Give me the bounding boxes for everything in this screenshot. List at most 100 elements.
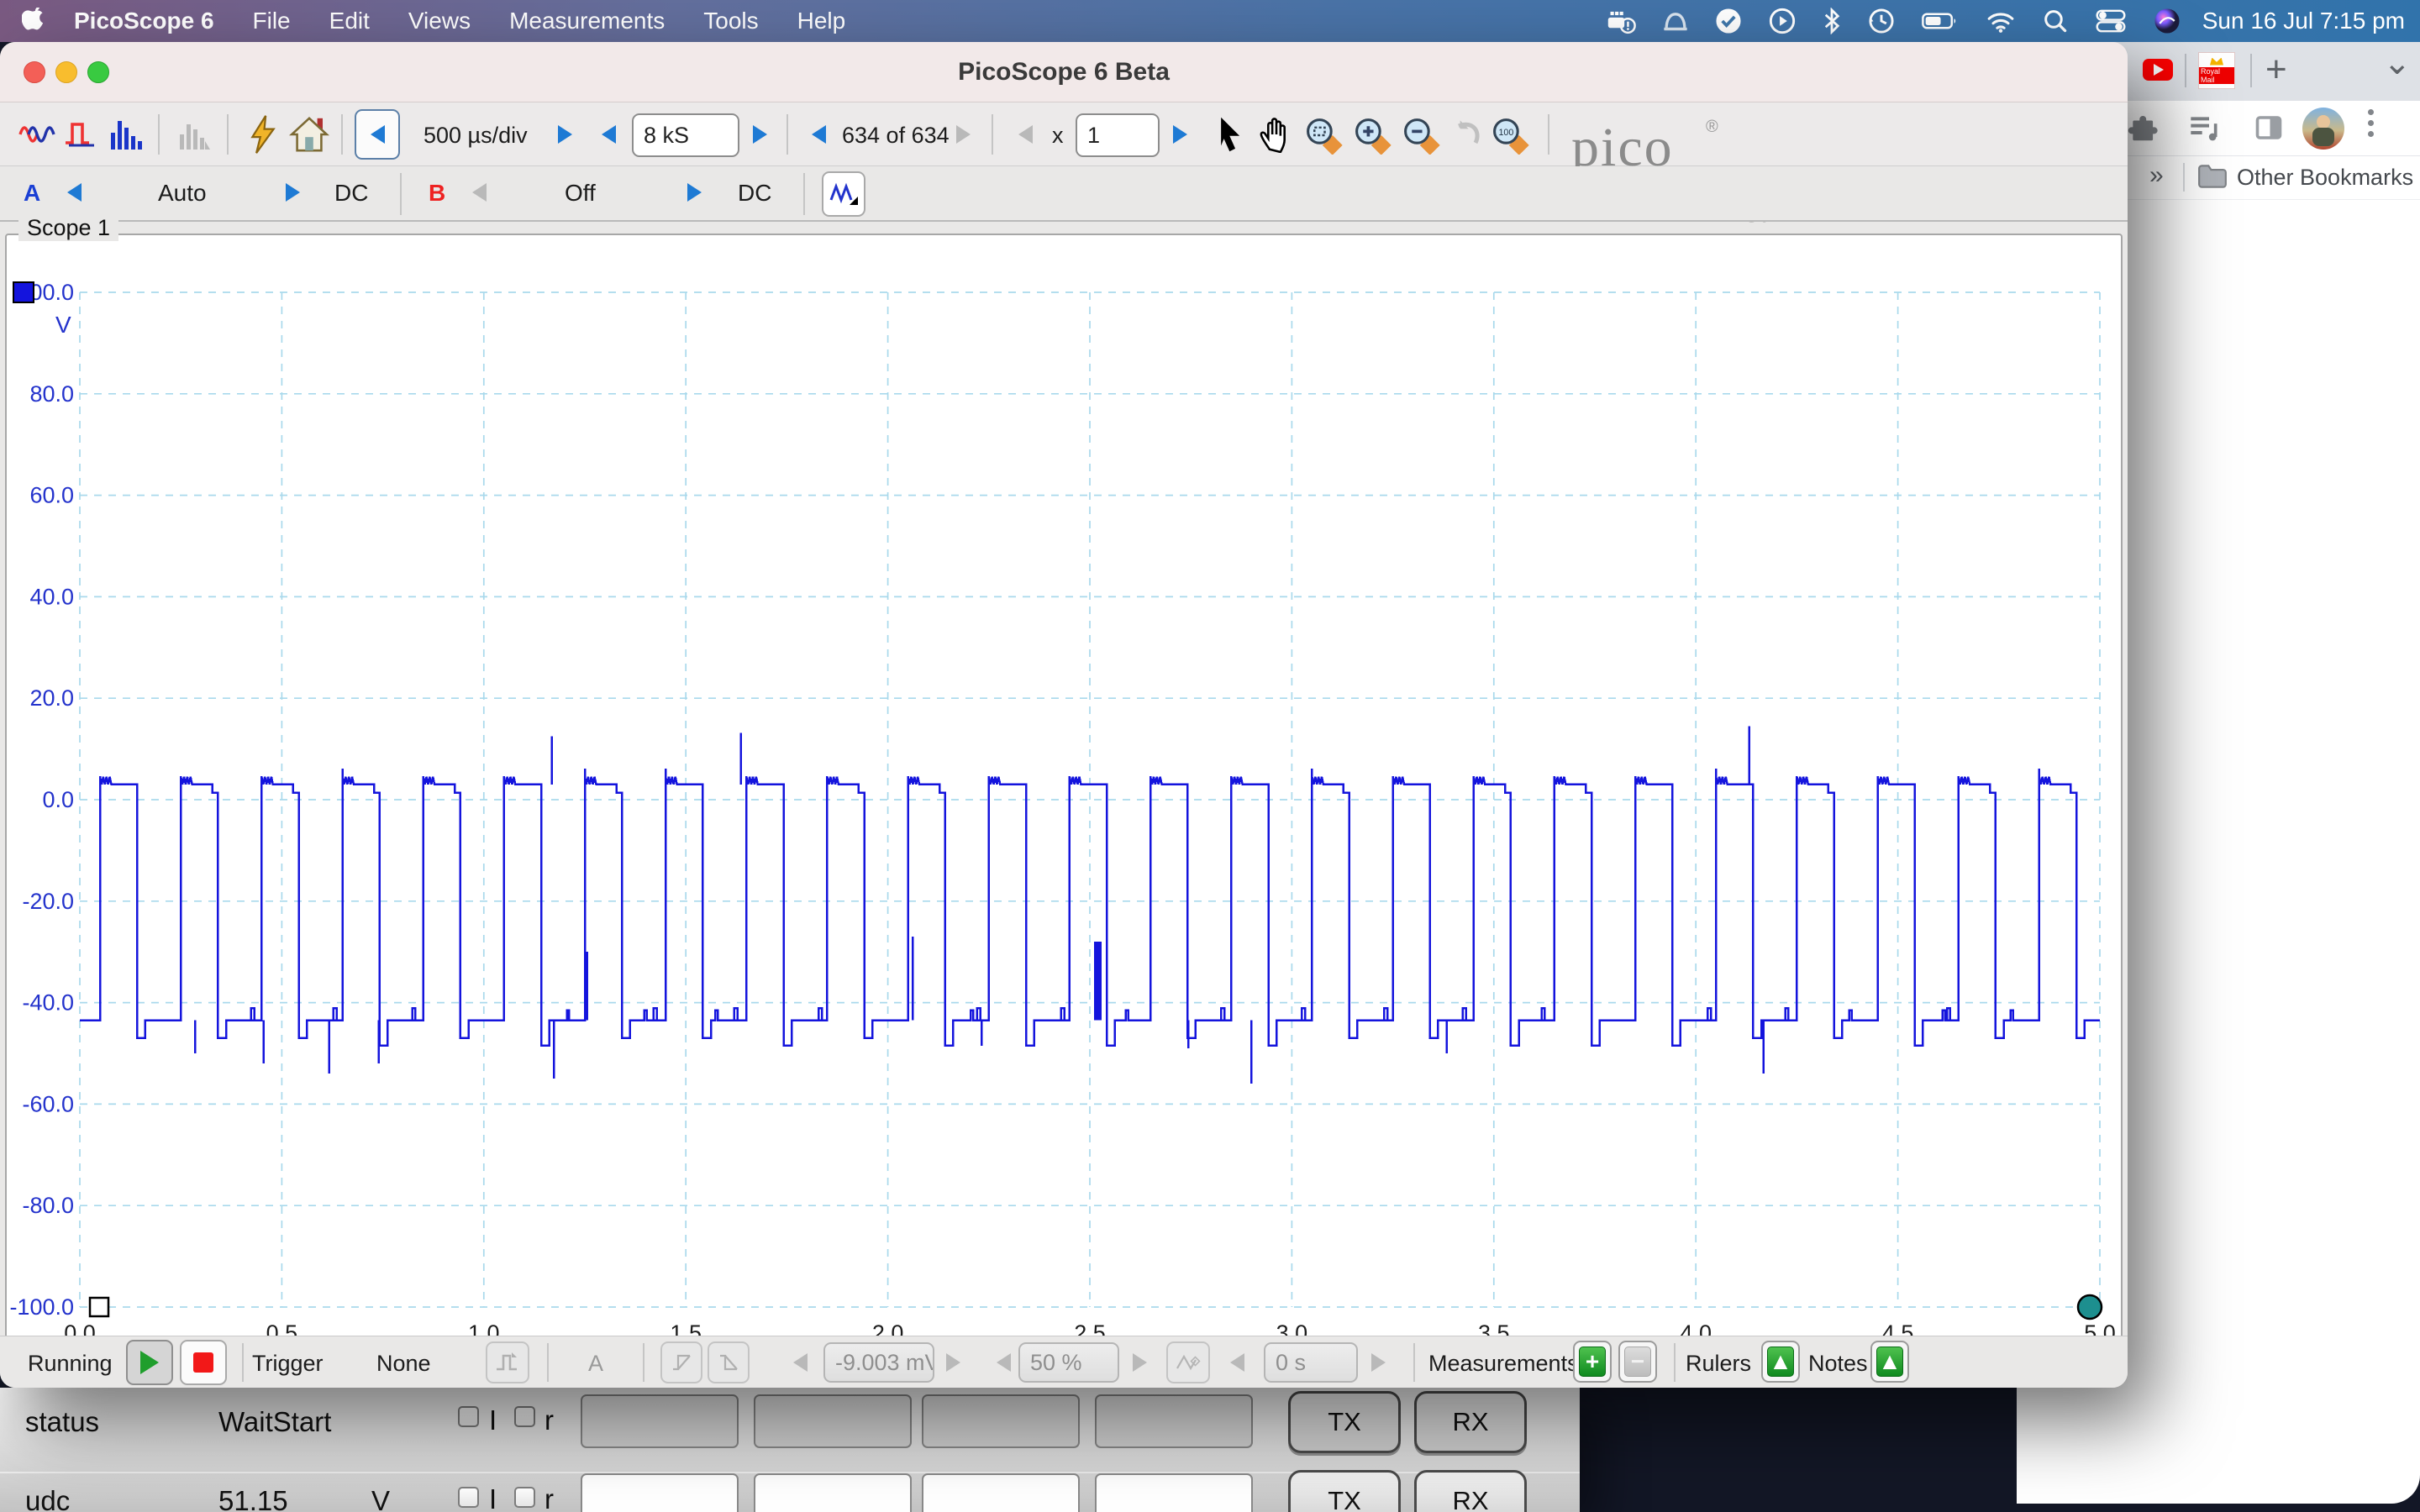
buffer-next-arrow[interactable] (956, 125, 971, 144)
pretrigger-increase-arrow[interactable] (1133, 1353, 1147, 1372)
notes-button[interactable]: ▲ (1870, 1341, 1909, 1383)
other-bookmarks-label[interactable]: Other Bookmarks (2237, 165, 2413, 191)
channel-a-range-down-arrow[interactable] (67, 183, 82, 202)
zoom-100-icon[interactable]: 100 (1491, 116, 1529, 155)
profile-avatar[interactable] (2302, 108, 2344, 150)
menu-tools[interactable]: Tools (703, 8, 758, 34)
channel-b-range-up-arrow[interactable] (687, 183, 702, 202)
falling-edge-button[interactable] (708, 1341, 750, 1383)
docker-icon[interactable] (1606, 8, 1636, 34)
value-field[interactable] (922, 1394, 1080, 1448)
new-tab-button[interactable]: + (2265, 49, 2287, 91)
home-icon[interactable] (289, 114, 329, 155)
start-button[interactable] (126, 1340, 173, 1385)
scope-view-icon[interactable] (18, 118, 55, 151)
zoom-marquee-icon[interactable] (1304, 116, 1343, 155)
tab-search-chevron-icon[interactable]: ⌄ (2383, 44, 2412, 82)
channel-a-range[interactable]: Auto (158, 180, 207, 207)
scope-plot[interactable]: 100.080.060.040.020.00.0-20.0-40.0-60.0-… (7, 235, 2121, 1337)
zoom-decrease-arrow[interactable] (1018, 125, 1033, 144)
delay-field[interactable]: 0 s (1264, 1342, 1358, 1383)
trigger-marker-button[interactable] (1166, 1341, 1210, 1383)
zoom-factor-field[interactable]: 1 (1076, 113, 1160, 157)
square-wave-view-icon[interactable] (64, 118, 97, 151)
royal-mail-tab-icon[interactable]: Royal Mail (2198, 52, 2235, 89)
threshold-decrease-arrow[interactable] (793, 1353, 808, 1372)
tx-button[interactable]: TX (1288, 1470, 1401, 1512)
tx-button[interactable]: TX (1288, 1391, 1401, 1453)
trigger-source[interactable]: A (588, 1351, 603, 1377)
value-field[interactable] (1095, 1394, 1253, 1448)
spectrum-view-icon[interactable] (108, 116, 145, 153)
checkbox-i[interactable] (458, 1487, 479, 1508)
channel-b-coupling[interactable]: DC (738, 180, 771, 207)
checkbox-r[interactable] (514, 1406, 535, 1427)
playlist-icon[interactable] (2188, 114, 2222, 143)
alfred-icon[interactable] (1663, 8, 1688, 34)
value-field[interactable] (754, 1473, 912, 1512)
threshold-increase-arrow[interactable] (946, 1353, 960, 1372)
value-field[interactable] (581, 1394, 739, 1448)
samples-decrease-arrow[interactable] (602, 125, 616, 144)
close-button[interactable] (24, 61, 45, 83)
siri-icon[interactable] (2154, 8, 2181, 34)
delay-decrease-arrow[interactable] (1230, 1353, 1244, 1372)
zoom-increase-arrow[interactable] (1173, 125, 1187, 144)
menu-file[interactable]: File (253, 8, 291, 34)
bookmarks-overflow-chevrons[interactable]: » (2149, 161, 2164, 190)
undo-zoom-icon[interactable] (1450, 118, 1484, 151)
channel-a-coupling[interactable]: DC (334, 180, 368, 207)
play-circle-icon[interactable] (1769, 8, 1796, 34)
buffer-previous-arrow[interactable] (812, 125, 826, 144)
value-field[interactable] (1095, 1473, 1253, 1512)
trigger-edge-button[interactable] (486, 1341, 529, 1383)
delay-increase-arrow[interactable] (1371, 1353, 1386, 1372)
battery-icon[interactable] (1922, 8, 1959, 34)
app-menu-title[interactable]: PicoScope 6 (74, 8, 214, 34)
threshold-field[interactable]: -9.003 mV (823, 1342, 934, 1383)
timebase-decrease-button[interactable] (355, 109, 400, 160)
checkbox-i[interactable] (458, 1406, 479, 1427)
value-field[interactable] (581, 1473, 739, 1512)
menu-edit[interactable]: Edit (329, 8, 370, 34)
persistence-view-icon[interactable] (176, 116, 213, 153)
channel-a-range-up-arrow[interactable] (286, 183, 300, 202)
remove-measurement-button[interactable]: − (1618, 1341, 1657, 1383)
menu-views[interactable]: Views (408, 8, 471, 34)
channel-b-range-down-arrow[interactable] (472, 183, 487, 202)
minimize-button[interactable] (55, 61, 77, 83)
control-center-icon[interactable] (2095, 8, 2127, 34)
menu-dots-icon[interactable] (2368, 109, 2374, 137)
trigger-mode[interactable]: None (376, 1351, 431, 1377)
checkbox-r[interactable] (514, 1487, 535, 1508)
scope-tab-label[interactable]: Scope 1 (18, 215, 118, 241)
menu-measurements[interactable]: Measurements (509, 8, 665, 34)
timebase-increase-arrow[interactable] (558, 125, 572, 144)
rulers-button[interactable]: ▲ (1761, 1341, 1800, 1383)
add-measurement-button[interactable]: + (1573, 1341, 1612, 1383)
value-field[interactable] (922, 1473, 1080, 1512)
spotlight-icon[interactable] (2043, 8, 2068, 34)
zoom-out-icon[interactable] (1402, 116, 1440, 155)
value-field[interactable] (754, 1394, 912, 1448)
bluetooth-icon[interactable] (1823, 8, 1841, 34)
waveform-properties-button[interactable] (822, 171, 865, 217)
youtube-tab-icon[interactable] (2143, 59, 2173, 81)
zoom-in-icon[interactable] (1353, 116, 1392, 155)
check-circle-icon[interactable] (1715, 8, 1742, 34)
wifi-icon[interactable] (1986, 8, 2016, 34)
cursor-icon[interactable] (1217, 116, 1245, 153)
pretrigger-field[interactable]: 50 % (1018, 1342, 1119, 1383)
puzzle-icon[interactable] (2128, 113, 2160, 144)
rx-button[interactable]: RX (1414, 1391, 1527, 1453)
pretrigger-decrease-arrow[interactable] (997, 1353, 1011, 1372)
samples-field[interactable]: 8 kS (632, 113, 739, 157)
channel-b-range[interactable]: Off (565, 180, 596, 207)
stop-button[interactable] (180, 1340, 227, 1385)
menu-help[interactable]: Help (797, 8, 846, 34)
apple-menu-icon[interactable] (22, 8, 44, 34)
rx-button[interactable]: RX (1414, 1470, 1527, 1512)
rising-edge-button[interactable] (660, 1341, 702, 1383)
side-panel-icon[interactable] (2254, 113, 2284, 143)
autosetup-icon[interactable] (247, 114, 279, 155)
